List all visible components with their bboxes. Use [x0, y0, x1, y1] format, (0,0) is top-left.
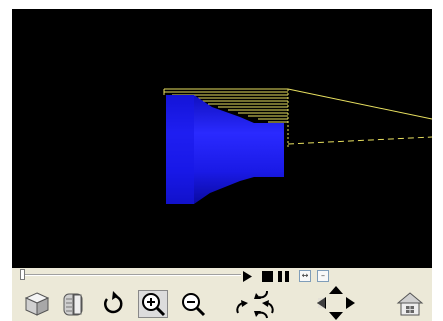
pan-cluster	[315, 285, 357, 321]
timeline-thumb[interactable]	[20, 269, 25, 280]
zoom-in-icon	[142, 293, 166, 317]
isometric-view-icon	[24, 292, 50, 316]
pan-down-icon	[329, 312, 343, 320]
rotate-icon	[104, 291, 123, 314]
step-back-label: –	[321, 271, 325, 280]
control-panel: ↔ –	[12, 268, 432, 321]
play-icon	[242, 270, 252, 282]
isometric-view-button[interactable]	[22, 290, 52, 318]
3d-viewport[interactable]	[12, 9, 432, 268]
stop-icon	[261, 270, 273, 282]
zoom-out-button[interactable]	[178, 290, 208, 318]
section-view-icon	[63, 293, 83, 316]
play-button[interactable]	[241, 270, 253, 282]
zoom-out-icon	[182, 293, 206, 317]
section-view-button[interactable]	[58, 290, 88, 318]
rotate-view-cluster-icon	[236, 290, 274, 319]
pan-cluster-icon	[317, 286, 355, 320]
zoom-in-button[interactable]	[138, 290, 168, 318]
step-forward-label: ↔	[301, 271, 309, 280]
step-forward-button[interactable]: ↔	[299, 270, 311, 282]
rotate-up-arrow	[258, 290, 268, 299]
rotate-view-cluster	[230, 287, 280, 321]
pause-button[interactable]	[277, 270, 291, 282]
step-back-button[interactable]: –	[317, 270, 329, 282]
pan-right-icon	[346, 297, 355, 309]
home-button[interactable]	[395, 290, 425, 318]
simulation-window: ↔ –	[0, 0, 443, 321]
pause-icon	[278, 270, 289, 282]
home-icon	[396, 292, 424, 316]
pan-up-icon	[329, 286, 343, 294]
scene-canvas	[163, 88, 432, 204]
rotate-button[interactable]	[97, 290, 127, 318]
timeline-slider[interactable]	[22, 274, 241, 276]
rotate-down-arrow	[258, 311, 268, 319]
stop-button[interactable]	[261, 270, 273, 282]
